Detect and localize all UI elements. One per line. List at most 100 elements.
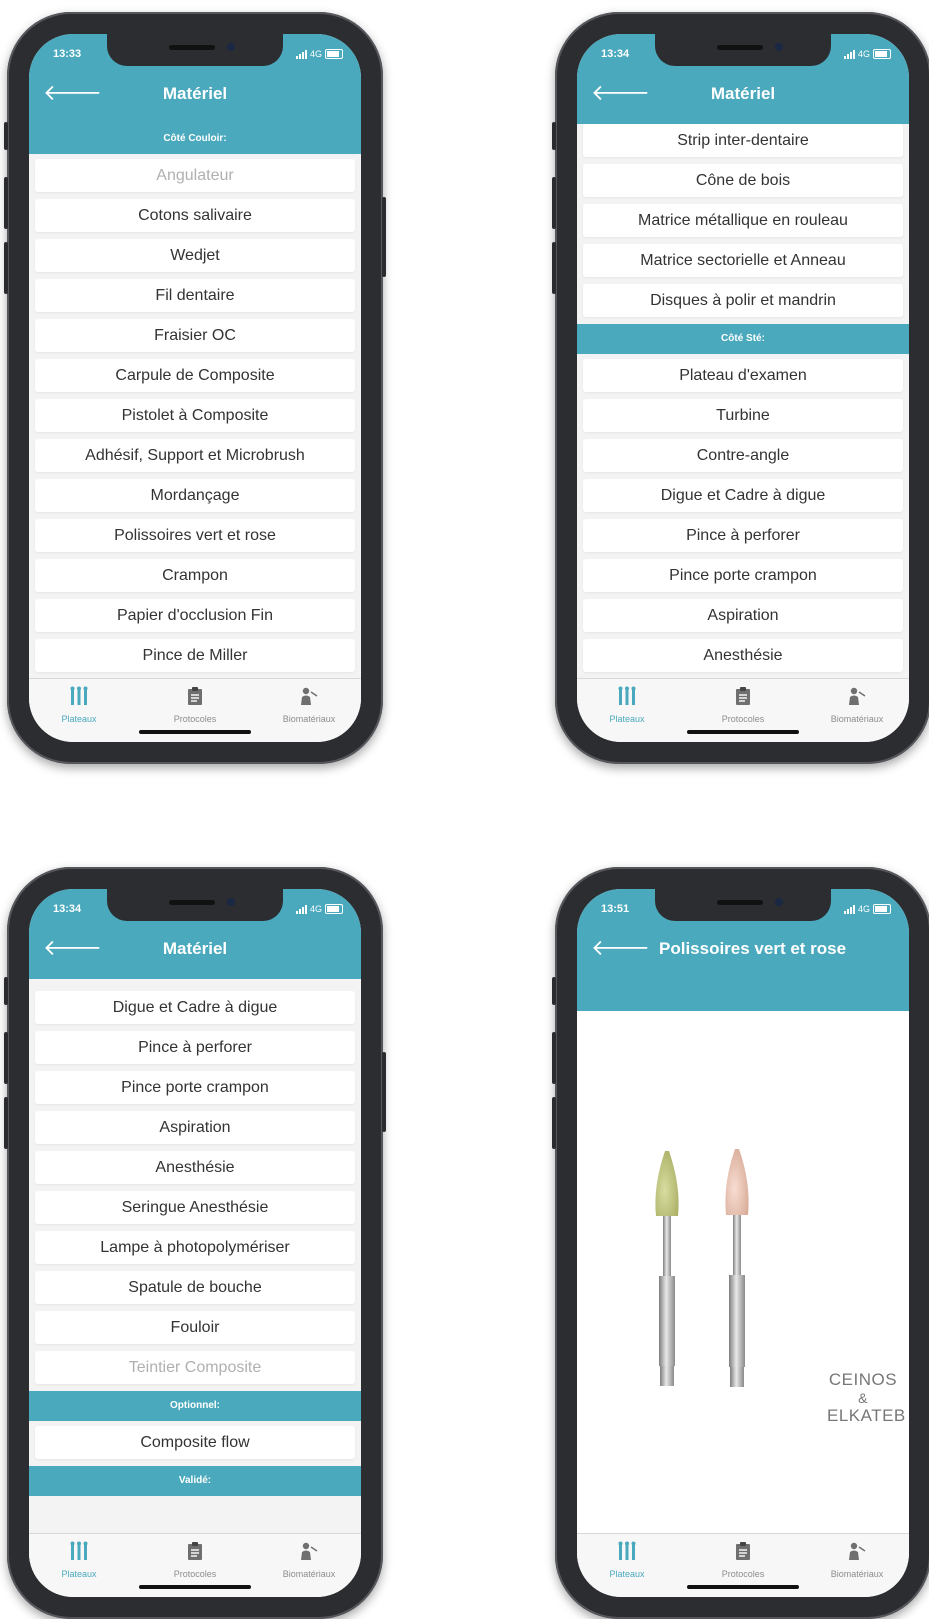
tab-biomateriaux[interactable]: Biomatériaux [817, 1540, 897, 1579]
phone-1: 13:33 4G 🡐 Matériel Côté Couloir: Angula… [4, 12, 386, 764]
tab-label: Biomatériaux [830, 1569, 884, 1579]
detail-view: CEINOS & ELKATEB [577, 1011, 909, 1534]
home-indicator[interactable] [139, 1585, 251, 1589]
network-label: 4G [309, 904, 322, 914]
tab-label: Biomatériaux [830, 714, 884, 724]
list-item[interactable]: Anesthésie [35, 1151, 355, 1184]
screen: 13:51 4G 🡐 Polissoires vert et rose CEIN… [577, 889, 909, 1597]
home-indicator[interactable] [687, 730, 799, 734]
list-item[interactable]: Matrice sectorielle et Anneau [583, 244, 903, 277]
list-item[interactable]: Fraisier OC [35, 319, 355, 352]
battery-icon [325, 904, 343, 914]
list-item[interactable]: Digue et Cadre à digue [583, 479, 903, 512]
list-item[interactable]: Wedjet [35, 239, 355, 272]
status-indicators: 4G [843, 49, 891, 59]
tab-label: Protocoles [721, 714, 765, 724]
tab-protocoles[interactable]: Protocoles [703, 685, 783, 724]
list-item[interactable]: Polissoires vert et rose [35, 519, 355, 552]
list-item[interactable]: Spatule de bouche [35, 1271, 355, 1304]
tab-plateaux[interactable]: Plateaux [39, 685, 119, 724]
screen: 13:34 4G 🡐 Matériel Strip inter-dentaire… [577, 34, 909, 742]
tab-bar: Plateaux Protocoles Biomatériaux [577, 678, 909, 742]
status-indicators: 4G [295, 904, 343, 914]
list-item[interactable]: Carpule de Composite [35, 359, 355, 392]
list-item[interactable]: Plateau d'examen [583, 359, 903, 392]
home-indicator[interactable] [139, 730, 251, 734]
list-item[interactable]: Pince à perforer [583, 519, 903, 552]
list-item[interactable]: Aspiration [583, 599, 903, 632]
tab-label: Protocoles [173, 714, 217, 724]
tab-plateaux[interactable]: Plateaux [39, 1540, 119, 1579]
tab-protocoles[interactable]: Protocoles [155, 685, 235, 724]
section-header: Côté Couloir: [29, 124, 361, 154]
screen: 13:34 4G 🡐 Matériel Digue et Cadre à dig… [29, 889, 361, 1597]
home-indicator[interactable] [687, 1585, 799, 1589]
clipboard-icon [736, 687, 750, 705]
signal-icon [295, 904, 307, 914]
list-item[interactable]: Anesthésie [583, 639, 903, 672]
dentist-icon [849, 1542, 866, 1560]
tab-bar: Plateaux Protocoles Biomatériaux [577, 1533, 909, 1597]
list-item[interactable]: Teintier Composite [35, 1351, 355, 1384]
list-item[interactable]: Papier d'occlusion Fin [35, 599, 355, 632]
section-header-optional: Optionnel: [29, 1391, 361, 1421]
list-item[interactable]: Angulateur [35, 159, 355, 192]
battery-icon [325, 49, 343, 59]
tab-bar: Plateaux Protocoles Biomatériaux [29, 1533, 361, 1597]
page-title: Polissoires vert et rose [659, 939, 847, 958]
list-item[interactable]: Pistolet à Composite [35, 399, 355, 432]
list-item[interactable]: Turbine [583, 399, 903, 432]
list-item[interactable]: Seringue Anesthésie [35, 1191, 355, 1224]
page-title: Matériel [710, 84, 776, 103]
list-item[interactable]: Cône de bois [583, 164, 903, 197]
list-item[interactable]: Lampe à photopolymériser [35, 1231, 355, 1264]
tab-label: Biomatériaux [282, 714, 336, 724]
status-time: 13:33 [53, 48, 82, 60]
material-list: Digue et Cadre à digue Pince à perforer … [29, 979, 361, 1534]
pink-polisher [725, 1149, 749, 1387]
clipboard-icon [188, 1542, 202, 1560]
list-item[interactable]: Pince porte crampon [583, 559, 903, 592]
list-item[interactable]: Pince porte crampon [35, 1071, 355, 1104]
battery-icon [873, 49, 891, 59]
list-item[interactable]: Crampon [35, 559, 355, 592]
list-item[interactable]: Digue et Cadre à digue [35, 991, 355, 1024]
tab-plateaux[interactable]: Plateaux [587, 685, 667, 724]
tab-protocoles[interactable]: Protocoles [703, 1540, 783, 1579]
dentist-icon [849, 687, 866, 705]
list-item[interactable]: Pince de Miller [35, 639, 355, 672]
tools-icon [618, 686, 636, 705]
tab-bar: Plateaux Protocoles Biomatériaux [29, 678, 361, 742]
arrow-left-icon[interactable]: 🡐 [591, 937, 650, 959]
green-polisher [655, 1151, 679, 1386]
phone-2: 13:34 4G 🡐 Matériel Strip inter-dentaire… [552, 12, 929, 764]
status-time: 13:51 [601, 903, 630, 915]
list-item[interactable]: Aspiration [35, 1111, 355, 1144]
list-item[interactable]: Composite flow [35, 1426, 355, 1459]
brand-logo: CEINOS & ELKATEB [827, 1370, 906, 1425]
polishers-image [655, 1149, 749, 1387]
list-item[interactable]: Mordançage [35, 479, 355, 512]
tab-biomateriaux[interactable]: Biomatériaux [269, 685, 349, 724]
list-item[interactable]: Contre-angle [583, 439, 903, 472]
status-indicators: 4G [843, 904, 891, 914]
dentist-icon [301, 687, 318, 705]
list-item[interactable]: Matrice métallique en rouleau [583, 204, 903, 237]
tab-plateaux[interactable]: Plateaux [587, 1540, 667, 1579]
status-time: 13:34 [53, 903, 82, 915]
battery-icon [873, 904, 891, 914]
tab-biomateriaux[interactable]: Biomatériaux [817, 685, 897, 724]
tab-label: Protocoles [721, 1569, 765, 1579]
material-list: Strip inter-dentaire Cône de bois Matric… [577, 124, 909, 679]
list-item[interactable]: Pince à perforer [35, 1031, 355, 1064]
list-item[interactable]: Strip inter-dentaire [583, 124, 903, 157]
list-item[interactable]: Adhésif, Support et Microbrush [35, 439, 355, 472]
signal-icon [843, 904, 855, 914]
page-title: Matériel [162, 84, 228, 103]
tab-protocoles[interactable]: Protocoles [155, 1540, 235, 1579]
list-item[interactable]: Disques à polir et mandrin [583, 284, 903, 317]
tab-biomateriaux[interactable]: Biomatériaux [269, 1540, 349, 1579]
list-item[interactable]: Fouloir [35, 1311, 355, 1344]
list-item[interactable]: Cotons salivaire [35, 199, 355, 232]
list-item[interactable]: Fil dentaire [35, 279, 355, 312]
